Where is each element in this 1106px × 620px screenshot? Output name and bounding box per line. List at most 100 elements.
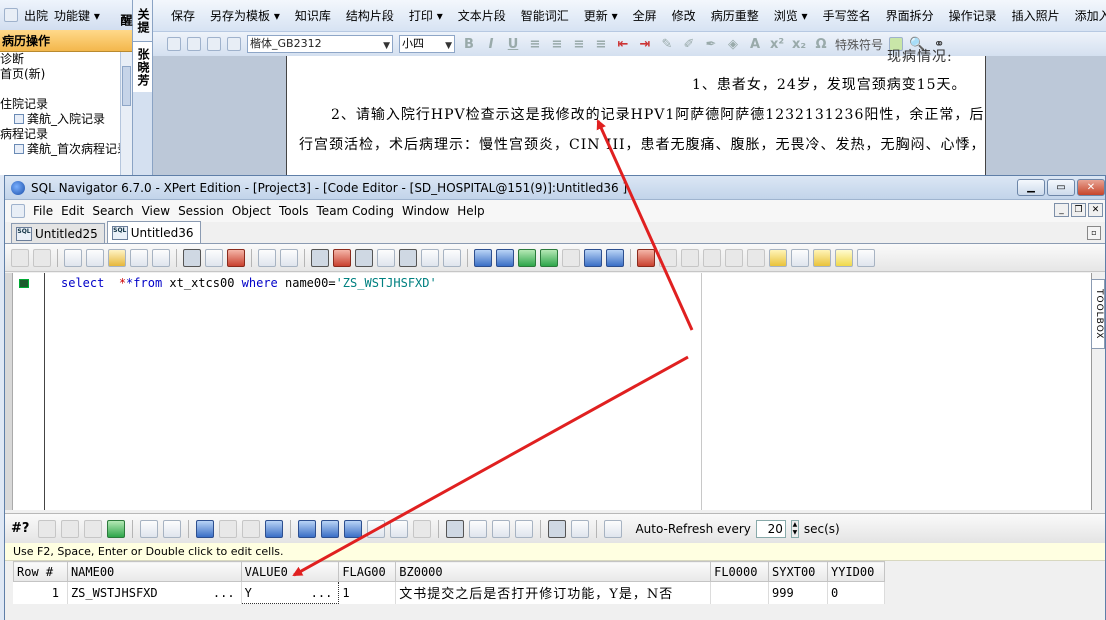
bold-icon[interactable]: B	[461, 37, 477, 52]
column-header-value0[interactable]: VALUE0	[240, 561, 340, 582]
stop-icon[interactable]	[562, 248, 580, 267]
save-all-icon[interactable]	[152, 248, 170, 267]
text-fragment-button[interactable]: 文本片段	[458, 7, 506, 24]
cancel-edit-icon[interactable]	[390, 519, 409, 538]
prior-record-icon[interactable]	[219, 519, 238, 538]
tab-untitled25[interactable]: SQL Untitled25	[11, 223, 105, 243]
font-size-select[interactable]: 小四 ▼	[399, 35, 455, 53]
update-button[interactable]: 更新 ▾	[584, 7, 618, 24]
spinner-arrows-icon[interactable]: ▲ ▼	[790, 519, 799, 538]
column-header-name00[interactable]: NAME00	[66, 561, 242, 582]
toolbox-tab[interactable]: TOOLBOX	[1091, 279, 1105, 349]
def-mode-icon[interactable]	[446, 519, 465, 538]
column-header-fl0000[interactable]: FL0000	[710, 561, 770, 582]
browse-button[interactable]: 浏览 ▾	[774, 7, 808, 24]
tab-reminder[interactable]: 关提醒	[119, 0, 152, 42]
profile-icon[interactable]	[443, 248, 461, 267]
maximize-button[interactable]: ▭	[1047, 179, 1075, 196]
close-button[interactable]: ✕	[1077, 179, 1105, 196]
handwritten-signature-button[interactable]: 手写签名	[823, 7, 871, 24]
mdi-minimize-button[interactable]: _	[1054, 203, 1069, 217]
smart-words-button[interactable]: 智能词汇	[521, 7, 569, 24]
justify-icon[interactable]: ≡	[593, 37, 609, 52]
font-color-icon[interactable]: A	[747, 37, 763, 52]
table-row[interactable]: 1 ZS_WSTJHSFXD... Y... 1 文书提交之后是否打开修订功能，…	[13, 581, 886, 604]
syxt00-cell[interactable]: 999	[768, 581, 828, 604]
script-icon[interactable]	[355, 248, 373, 267]
delete-record-icon[interactable]	[344, 519, 363, 538]
tree-item[interactable]: 病程记录	[0, 127, 132, 142]
save-icon[interactable]	[163, 519, 182, 538]
last-record-icon[interactable]	[265, 519, 284, 538]
menu-file[interactable]: File	[29, 204, 57, 218]
save-icon[interactable]	[167, 37, 181, 51]
outline-icon[interactable]	[791, 248, 809, 267]
record-icon[interactable]	[637, 248, 655, 267]
auto-refresh-interval[interactable]: 20	[755, 519, 786, 538]
bz0000-cell[interactable]: 文书提交之后是否打开修订功能，Y是，N否	[395, 581, 712, 604]
hand-icon[interactable]	[769, 248, 787, 267]
new-wizard-icon[interactable]	[86, 248, 104, 267]
redo-icon[interactable]	[207, 37, 221, 51]
print-button[interactable]: 打印 ▾	[409, 7, 443, 24]
tree-item[interactable]: 龚航_首次病程记录	[0, 142, 132, 157]
first-record-icon[interactable]	[196, 519, 215, 538]
value0-cell[interactable]: Y...	[240, 581, 340, 604]
copy-icon[interactable]	[681, 248, 699, 267]
insert-record-icon[interactable]	[298, 519, 317, 538]
tree-item[interactable]: 首页(新)	[0, 67, 132, 82]
step-over-icon[interactable]	[584, 248, 602, 267]
autocommit-icon[interactable]	[311, 248, 329, 267]
pen-icon[interactable]: ✎	[659, 37, 675, 52]
fl0000-cell[interactable]	[710, 581, 770, 604]
run-icon[interactable]	[518, 248, 536, 267]
next-record-icon[interactable]	[242, 519, 261, 538]
structure-fragment-button[interactable]: 结构片段	[346, 7, 394, 24]
back-icon[interactable]	[11, 248, 29, 267]
query-count-button[interactable]: #?	[11, 521, 29, 536]
menu-object[interactable]: Object	[228, 204, 275, 218]
modify-button[interactable]: 修改	[672, 7, 696, 24]
undo-icon[interactable]	[187, 37, 201, 51]
omega-icon[interactable]: Ω	[813, 37, 829, 52]
save-icon[interactable]	[130, 248, 148, 267]
reorganize-button[interactable]: 病历重整	[711, 7, 759, 24]
insert-photo-button[interactable]: 插入照片	[1012, 7, 1060, 24]
fill-color-icon[interactable]: ◈	[725, 37, 741, 52]
filter-icon[interactable]	[258, 248, 276, 267]
execute-mode-icon[interactable]	[399, 248, 417, 267]
column-header-syxt00[interactable]: SYXT00	[768, 561, 828, 582]
tab-list-button[interactable]: ▫	[1087, 226, 1101, 240]
calculator-icon[interactable]	[604, 519, 623, 538]
menu-search[interactable]: Search	[88, 204, 137, 218]
align-right-icon[interactable]: ≡	[571, 37, 587, 52]
superscript-icon[interactable]: x²	[769, 37, 785, 52]
font-name-select[interactable]: 楷体_GB2312 ▼	[247, 35, 393, 53]
menu-tools[interactable]: Tools	[275, 204, 313, 218]
save-as-template-button[interactable]: 另存为模板 ▾	[210, 7, 280, 24]
left-scrollbar[interactable]	[120, 52, 132, 175]
minimize-button[interactable]: ▁	[1017, 179, 1045, 196]
post-edit-icon[interactable]	[367, 519, 386, 538]
save-button[interactable]: 保存	[171, 7, 195, 24]
tab-person[interactable]: 张晓芳	[133, 42, 152, 92]
document-menu-icon[interactable]	[11, 204, 25, 218]
sql-code-line[interactable]: select **from xt_xtcs00 where name00='ZS…	[61, 275, 437, 291]
outdent-icon[interactable]: ⇤	[615, 37, 631, 52]
add-admission-button[interactable]: 添加入院	[1075, 7, 1106, 24]
refresh-icon[interactable]	[227, 37, 241, 51]
ampersand-icon[interactable]	[377, 248, 395, 267]
document-page[interactable]: 现病情况: 1、患者女，24岁，发现宫颈病变15天。 2、请输入院行HPV检查示…	[286, 49, 986, 175]
tree-item[interactable]: 住院记录	[0, 97, 132, 112]
list-icon[interactable]	[659, 248, 677, 267]
results-grid[interactable]: Row # NAME00 VALUE0 FLAG00 BZ0000 FL0000…	[13, 561, 886, 604]
grid-view-toggle-icon[interactable]	[183, 248, 201, 267]
tab-untitled36[interactable]: SQL Untitled36	[106, 221, 201, 243]
menu-view[interactable]: View	[138, 204, 174, 218]
n-sort-icon[interactable]	[492, 519, 511, 538]
split-view-button[interactable]: 界面拆分	[886, 7, 934, 24]
forward-icon[interactable]	[33, 248, 51, 267]
first-step-icon[interactable]	[474, 248, 492, 267]
menu-help[interactable]: Help	[453, 204, 488, 218]
extras-icon[interactable]	[857, 248, 875, 267]
